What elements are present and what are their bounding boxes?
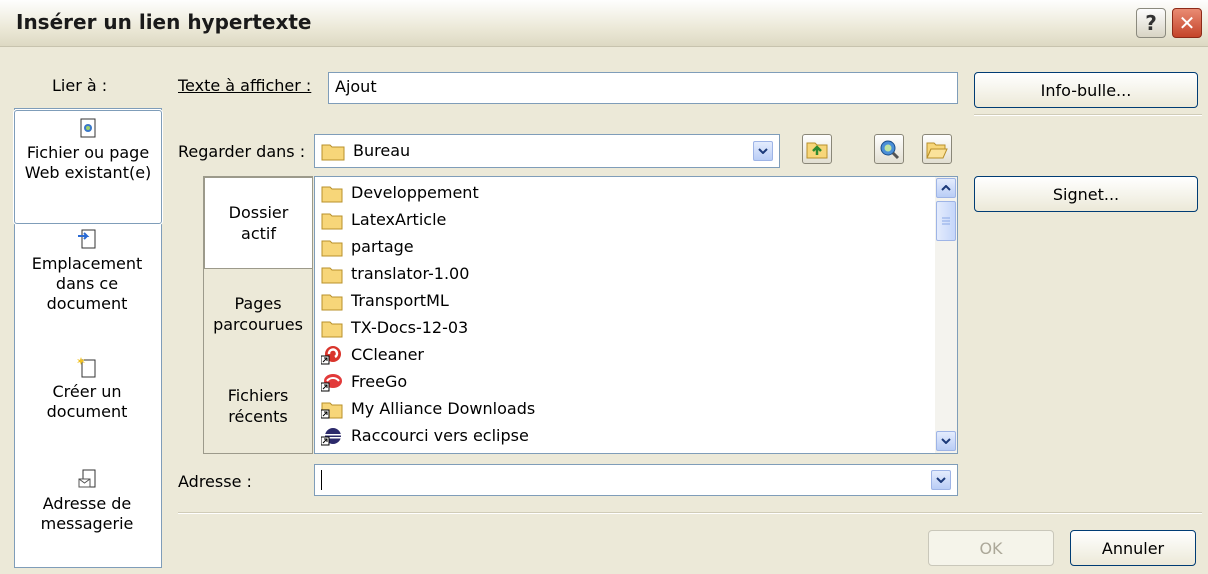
folder-icon [321, 321, 343, 337]
browse-file-button[interactable] [922, 134, 952, 164]
file-name: My Alliance Downloads [351, 399, 536, 418]
folder-icon [321, 213, 343, 229]
list-item[interactable]: partage [321, 233, 414, 260]
chevron-down-icon[interactable] [931, 470, 951, 490]
sidebar-item-place-in-document[interactable]: Emplacement dans ce document [14, 228, 160, 314]
browse-web-button[interactable] [874, 134, 904, 164]
scroll-up-arrow-icon[interactable] [936, 178, 956, 198]
vertical-scrollbar[interactable] [935, 177, 957, 453]
screentip-button[interactable]: Info-bulle... [974, 72, 1198, 108]
text-to-display-value: Ajout [335, 77, 377, 96]
ok-button[interactable]: OK [928, 530, 1054, 566]
tab-recent-files[interactable]: Fichiers récents [204, 385, 312, 427]
file-name: CCleaner [351, 345, 424, 364]
sidebar-item-label: Fichier ou page Web existant(e) [24, 143, 152, 182]
sidebar-item-label: Emplacement dans ce document [31, 254, 143, 313]
help-button[interactable]: ? [1136, 8, 1166, 38]
text-to-display-label-text: Texte à afficher : [178, 76, 312, 95]
separator [974, 114, 1202, 116]
tab-label: Pages parcourues [213, 294, 303, 334]
ccleaner-shortcut-icon [321, 345, 341, 364]
sidebar-item-email-address[interactable]: Adresse de messagerie [14, 468, 160, 534]
folder-icon [321, 267, 343, 283]
look-in-value: Bureau [353, 141, 411, 160]
list-item[interactable]: TransportML [321, 287, 449, 314]
text-cursor [321, 470, 322, 490]
globe-search-icon [880, 140, 900, 160]
folder-shortcut-icon [321, 402, 343, 418]
text-to-display-input[interactable]: Ajout [328, 72, 958, 104]
file-name: translator-1.00 [351, 264, 470, 283]
new-document-icon [77, 357, 96, 378]
folder-icon [321, 144, 345, 161]
folder-icon [321, 186, 343, 202]
folder-icon [321, 294, 343, 310]
link-to-label: Lier à : [52, 76, 108, 95]
sidebar-item-create-document[interactable]: Créer un document [14, 356, 160, 422]
scroll-thumb[interactable] [936, 201, 956, 241]
file-name: LatexArticle [351, 210, 447, 229]
look-in-label: Regarder dans : [178, 142, 305, 161]
web-page-icon [80, 118, 96, 138]
list-item[interactable]: translator-1.00 [321, 260, 469, 287]
file-name: FreeGo [351, 372, 408, 391]
file-name: partage [351, 237, 414, 256]
file-name: TX-Docs-12-03 [351, 318, 469, 337]
browse-tabs: Dossier actif Pages parcourues Fichiers … [203, 176, 313, 454]
text-to-display-label: Texte à afficher : [178, 76, 311, 95]
list-item[interactable]: My Alliance Downloads [321, 395, 535, 422]
freego-shortcut-icon [321, 373, 342, 391]
sidebar-item-label: Adresse de messagerie [40, 494, 134, 533]
list-item[interactable]: LatexArticle [321, 206, 446, 233]
eclipse-shortcut-icon [321, 427, 341, 445]
up-one-folder-button[interactable] [802, 134, 832, 164]
file-name: Raccourci vers eclipse [351, 426, 529, 445]
folder-icon [321, 240, 343, 256]
tab-browsed-pages[interactable]: Pages parcourues [204, 293, 312, 335]
file-name: Developpement [351, 183, 479, 202]
tab-label: Dossier actif [228, 203, 289, 243]
sidebar-item-existing-file[interactable]: Fichier ou page Web existant(e) [14, 110, 162, 224]
separator [178, 512, 1202, 514]
address-input[interactable] [314, 464, 958, 496]
list-item[interactable]: CCleaner [321, 341, 424, 368]
look-in-label-text: Regarder dans : [178, 142, 306, 161]
address-label: Adresse : [178, 472, 252, 491]
document-place-icon [78, 229, 96, 249]
list-item[interactable]: FreeGo [321, 368, 407, 395]
tab-label: Fichiers récents [227, 386, 289, 426]
email-icon [78, 469, 96, 488]
close-button[interactable]: ✕ [1172, 8, 1202, 38]
title-bar: Insérer un lien hypertexte ? ✕ [0, 0, 1208, 47]
list-item[interactable]: TX-Docs-12-03 [321, 314, 468, 341]
file-name: TransportML [351, 291, 449, 310]
dialog-title: Insérer un lien hypertexte [16, 10, 312, 34]
tab-current-folder[interactable]: Dossier actif [204, 177, 312, 269]
list-item[interactable]: Raccourci vers eclipse [321, 422, 529, 449]
open-folder-icon [926, 142, 948, 159]
chevron-down-icon[interactable] [753, 141, 773, 161]
sidebar-item-label: Créer un document [46, 382, 128, 421]
list-item[interactable]: Developpement [321, 179, 479, 206]
bookmark-button[interactable]: Signet... [974, 176, 1198, 212]
file-list[interactable]: Developpement LatexArticle partage trans… [314, 176, 958, 454]
cancel-button[interactable]: Annuler [1070, 530, 1196, 566]
up-folder-icon [806, 142, 828, 159]
scroll-down-arrow-icon[interactable] [936, 431, 956, 451]
look-in-dropdown[interactable]: Bureau [314, 134, 780, 168]
